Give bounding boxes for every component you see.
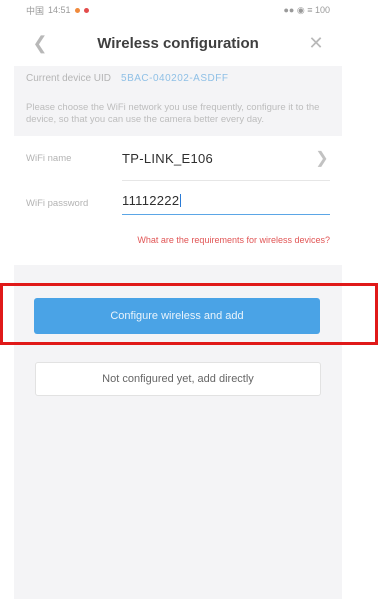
back-button[interactable]: ❮: [28, 31, 52, 55]
device-uid-row: Current device UID 5BAC-040202-ASDFF: [14, 66, 342, 90]
status-right: ●● ◉ ≡ 100: [283, 4, 331, 15]
add-directly-button[interactable]: Not configured yet, add directly: [35, 362, 321, 396]
page-title: Wireless configuration: [97, 34, 259, 52]
status-left: 中国 14:51: [26, 4, 89, 17]
notification-dot-icon: [83, 7, 89, 13]
text-cursor: [180, 193, 182, 207]
status-bar: 中国 14:51 ●● ◉ ≡ 100: [14, 0, 342, 20]
status-time: 14:51: [48, 5, 71, 15]
wifi-form: WiFi name TP-LINK_E106 ❯ WiFi password 1…: [14, 136, 342, 225]
wifi-password-row: WiFi password 11112222: [26, 181, 330, 225]
status-carrier: 中国: [26, 5, 45, 16]
wifi-name-value: TP-LINK_E106: [122, 150, 214, 166]
notification-dot-icon: [74, 7, 80, 13]
configure-wireless-button[interactable]: Configure wireless and add: [34, 298, 320, 334]
wifi-password-value: 11112222: [122, 192, 180, 208]
wifi-password-field[interactable]: 11112222: [122, 192, 330, 215]
chevron-right-icon[interactable]: ❯: [314, 148, 330, 168]
hint-text: Please choose the WiFi network you use f…: [26, 102, 320, 125]
chevron-left-icon: ❮: [32, 32, 48, 53]
requirements-link[interactable]: What are the requirements for wireless d…: [14, 225, 342, 265]
close-icon: ✕: [308, 32, 324, 53]
wifi-password-label: WiFi password: [26, 197, 89, 209]
title-bar: ❮ Wireless configuration ✕: [14, 20, 342, 66]
device-uid-value: 5BAC-040202-ASDFF: [121, 72, 229, 84]
close-button[interactable]: ✕: [304, 31, 328, 55]
device-uid-label: Current device UID: [26, 72, 112, 84]
wifi-name-row[interactable]: WiFi name TP-LINK_E106 ❯: [26, 136, 330, 180]
wifi-name-label: WiFi name: [26, 152, 72, 164]
